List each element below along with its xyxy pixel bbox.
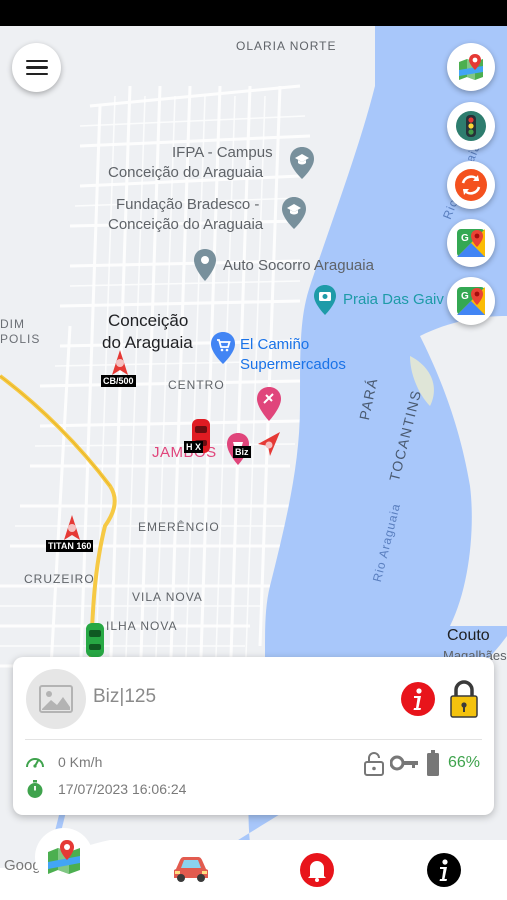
speed-value: 0 Km/h [58, 754, 103, 770]
label-cruzeiro: CRUZEIRO [24, 572, 95, 586]
map-layers-icon [459, 54, 483, 80]
google-maps-button[interactable]: G [447, 219, 495, 267]
refresh-button[interactable] [447, 161, 495, 209]
place-pin-icon [257, 387, 281, 421]
school-pin-icon [290, 147, 314, 179]
label-praia: Praia Das Gaiv [343, 291, 444, 308]
label-elcamino-line1: El Camiño [240, 336, 310, 353]
card-divider [25, 739, 482, 740]
label-emerencio: EMERÊNCIO [138, 520, 220, 534]
vehicle-tag-titan[interactable]: TITAN 160 [46, 540, 94, 552]
traffic-light-icon [456, 111, 486, 141]
svg-text:G: G [461, 233, 469, 244]
label-ifpa: IFPA - Campus [172, 143, 273, 163]
place-pin-icon [194, 249, 216, 281]
vehicle-info-card[interactable]: Biz|125 0 Km/h 17/07/2023 16:06:24 66% [13, 657, 494, 815]
label-ifpa-line1: IFPA - Campus [172, 144, 273, 161]
label-olaria-norte: OLARIA NORTE [236, 39, 337, 53]
nav-vehicles-button[interactable] [170, 852, 212, 886]
photo-pin-icon [314, 285, 336, 315]
lock-icon[interactable] [449, 679, 479, 719]
status-bar [0, 0, 507, 26]
label-ifpa-line2: Conceição do Araguaia [108, 164, 264, 181]
bell-icon [300, 853, 334, 887]
ignition-key-icon [390, 755, 418, 771]
map-layers-button[interactable] [447, 43, 495, 91]
vehicle-avatar [26, 669, 86, 729]
shopping-pin-icon [211, 332, 235, 364]
vehicle-tag-biz[interactable]: Biz [233, 446, 251, 458]
label-dim: DIM [0, 317, 25, 331]
label-bradesco-line1: Fundação Bradesco - [116, 196, 260, 213]
speed-row: 0 Km/h [25, 753, 102, 771]
label-ilha-nova: ILHA NOVA [106, 619, 178, 633]
nav-map-button[interactable] [35, 828, 93, 886]
label-elcamino-line2: Supermercados [240, 356, 346, 373]
traffic-button[interactable] [447, 102, 495, 150]
map-layers-icon [48, 840, 80, 874]
info-alert-icon[interactable] [400, 681, 436, 717]
google-maps-route-icon: G [457, 287, 485, 315]
label-auto-socorro: Auto Socorro Araguaia [223, 257, 374, 274]
info-icon [427, 853, 461, 887]
label-bradesco-line2: Conceição do Araguaia [108, 216, 264, 233]
label-centro: CENTRO [168, 378, 225, 392]
google-maps-icon: G [457, 229, 485, 257]
svg-text:G: G [461, 291, 469, 302]
datetime-value: 17/07/2023 16:06:24 [58, 781, 187, 797]
label-couto: Couto [447, 627, 490, 644]
google-maps-route-button[interactable]: G [447, 277, 495, 325]
hamburger-icon [25, 59, 48, 76]
stopwatch-icon [27, 780, 43, 798]
battery-icon [427, 750, 439, 776]
speedometer-icon [26, 758, 44, 768]
school-pin-icon [282, 197, 306, 229]
label-polis: POLIS [0, 332, 41, 346]
vehicle-tag-hx[interactable]: H X [184, 441, 204, 453]
menu-button[interactable] [12, 43, 61, 92]
vehicle-name: Biz|125 [93, 686, 157, 707]
image-placeholder-icon [39, 685, 73, 713]
car-marker-icon[interactable] [84, 622, 106, 658]
motorcycle-marker-icon[interactable] [256, 430, 284, 458]
datetime-row: 17/07/2023 16:06:24 [25, 779, 186, 799]
nav-info-button[interactable] [425, 851, 463, 889]
unlock-icon [364, 752, 384, 776]
battery-value: 66% [448, 754, 481, 771]
label-vila-nova: VILA NOVA [132, 590, 203, 604]
car-icon [174, 857, 208, 882]
nav-alerts-button[interactable] [298, 851, 336, 889]
vehicle-tag-cb500[interactable]: CB/500 [101, 375, 136, 387]
refresh-icon [455, 169, 487, 201]
label-city-line1: Conceição [108, 311, 189, 330]
